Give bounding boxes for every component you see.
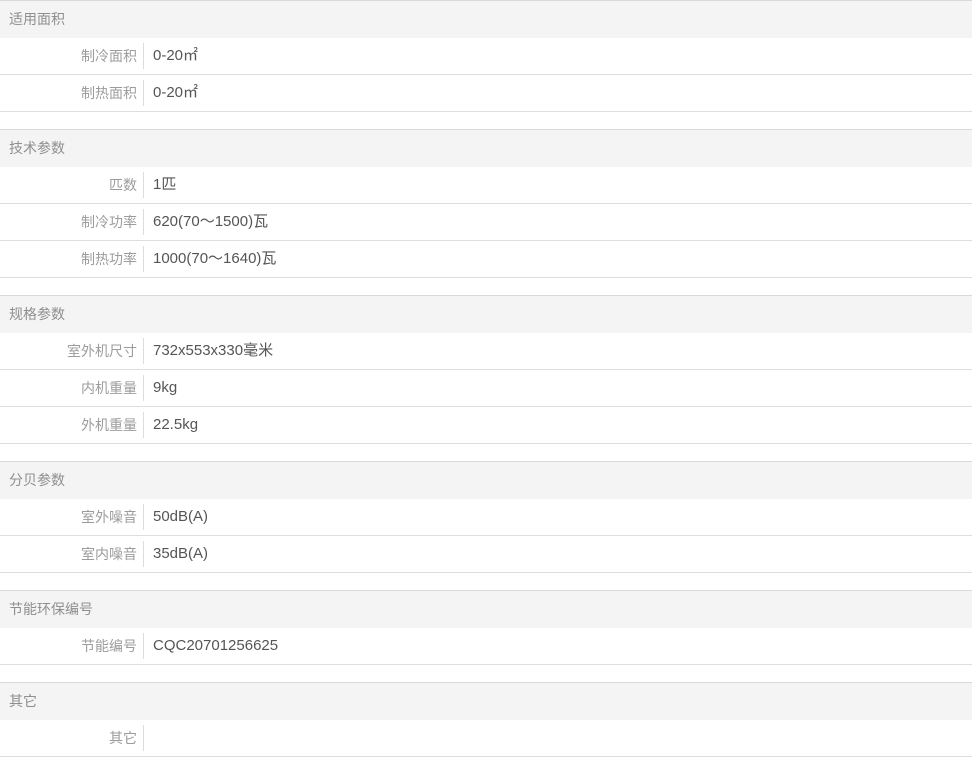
section-header: 节能环保编号	[0, 590, 972, 628]
spec-row: 其它	[0, 720, 972, 757]
row-value: 35dB(A)	[144, 536, 972, 572]
section-rows: 室外机尺寸 732x553x330毫米 内机重量 9kg 外机重量 22.5kg	[0, 333, 972, 444]
product-spec-page: 适用面积 制冷面积 0-20㎡ 制热面积 0-20㎡ 技术参数 匹数 1匹 制冷…	[0, 0, 978, 761]
spec-row: 匹数 1匹	[0, 167, 972, 204]
section-header: 其它	[0, 682, 972, 720]
row-value: 1匹	[144, 167, 972, 203]
section-title: 规格参数	[9, 306, 65, 322]
row-value: 50dB(A)	[144, 499, 972, 535]
spec-row: 制冷面积 0-20㎡	[0, 38, 972, 75]
section-header: 规格参数	[0, 295, 972, 333]
spec-section: 其它 其它	[0, 682, 972, 757]
section-title: 适用面积	[9, 11, 65, 27]
spec-row: 制冷功率 620(70～1500)瓦	[0, 204, 972, 241]
spec-row: 内机重量 9kg	[0, 370, 972, 407]
row-label: 匹数	[0, 167, 144, 203]
row-value: 732x553x330毫米	[144, 333, 972, 369]
spec-row: 制热面积 0-20㎡	[0, 75, 972, 112]
section-title: 技术参数	[9, 140, 65, 156]
section-rows: 节能编号 CQC20701256625	[0, 628, 972, 665]
row-label: 室内噪音	[0, 536, 144, 572]
section-header: 技术参数	[0, 129, 972, 167]
row-label: 节能编号	[0, 628, 144, 664]
spec-section: 规格参数 室外机尺寸 732x553x330毫米 内机重量 9kg 外机重量 2…	[0, 295, 972, 444]
row-value: 620(70～1500)瓦	[144, 204, 972, 240]
spec-row: 外机重量 22.5kg	[0, 407, 972, 444]
row-value: 1000(70～1640)瓦	[144, 241, 972, 277]
row-value	[144, 720, 972, 756]
row-label: 内机重量	[0, 370, 144, 406]
row-value: 0-20㎡	[144, 75, 972, 111]
section-title: 节能环保编号	[9, 601, 93, 617]
row-value: 0-20㎡	[144, 38, 972, 74]
section-rows: 制冷面积 0-20㎡ 制热面积 0-20㎡	[0, 38, 972, 112]
row-label: 制热功率	[0, 241, 144, 277]
spec-row: 制热功率 1000(70～1640)瓦	[0, 241, 972, 278]
spec-row: 节能编号 CQC20701256625	[0, 628, 972, 665]
spec-row: 室外机尺寸 732x553x330毫米	[0, 333, 972, 370]
row-value: 22.5kg	[144, 407, 972, 443]
row-label: 其它	[0, 720, 144, 756]
row-label: 外机重量	[0, 407, 144, 443]
row-value: CQC20701256625	[144, 628, 972, 664]
spec-table: 适用面积 制冷面积 0-20㎡ 制热面积 0-20㎡ 技术参数 匹数 1匹 制冷…	[0, 0, 972, 757]
spec-section: 分贝参数 室外噪音 50dB(A) 室内噪音 35dB(A)	[0, 461, 972, 573]
row-label: 制冷面积	[0, 38, 144, 74]
row-label: 室外噪音	[0, 499, 144, 535]
section-title: 分贝参数	[9, 472, 65, 488]
section-title: 其它	[9, 693, 37, 709]
row-label: 室外机尺寸	[0, 333, 144, 369]
spec-row: 室外噪音 50dB(A)	[0, 499, 972, 536]
section-rows: 匹数 1匹 制冷功率 620(70～1500)瓦 制热功率 1000(70～16…	[0, 167, 972, 278]
spec-row: 室内噪音 35dB(A)	[0, 536, 972, 573]
spec-section: 节能环保编号 节能编号 CQC20701256625	[0, 590, 972, 665]
section-header: 适用面积	[0, 0, 972, 38]
section-rows: 其它	[0, 720, 972, 757]
row-label: 制冷功率	[0, 204, 144, 240]
spec-section: 技术参数 匹数 1匹 制冷功率 620(70～1500)瓦 制热功率 1000(…	[0, 129, 972, 278]
row-label: 制热面积	[0, 75, 144, 111]
section-header: 分贝参数	[0, 461, 972, 499]
section-rows: 室外噪音 50dB(A) 室内噪音 35dB(A)	[0, 499, 972, 573]
row-value: 9kg	[144, 370, 972, 406]
spec-section: 适用面积 制冷面积 0-20㎡ 制热面积 0-20㎡	[0, 0, 972, 112]
